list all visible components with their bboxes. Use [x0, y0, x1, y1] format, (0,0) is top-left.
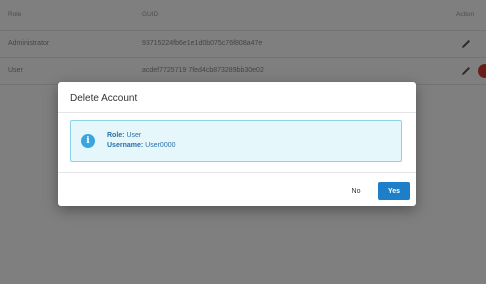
account-details: Role: User Username: User0000: [107, 131, 176, 151]
divider: [58, 112, 416, 113]
username-label: Username:: [107, 142, 144, 149]
dialog-title: Delete Account: [70, 93, 138, 104]
info-icon: i: [81, 134, 95, 148]
role-value: User: [126, 132, 142, 139]
yes-button[interactable]: Yes: [378, 182, 410, 200]
account-info-alert: i Role: User Username: User0000: [70, 120, 402, 162]
no-button[interactable]: No: [342, 182, 370, 200]
delete-account-dialog: Delete Account i Role: User Username: Us…: [58, 82, 416, 206]
username-line: Username: User0000: [107, 141, 176, 151]
role-label: Role:: [107, 132, 125, 139]
role-line: Role: User: [107, 131, 176, 141]
page: Role GUID Action Administrator 93715224f…: [0, 0, 486, 284]
username-value: User0000: [145, 142, 176, 149]
divider: [58, 172, 416, 173]
